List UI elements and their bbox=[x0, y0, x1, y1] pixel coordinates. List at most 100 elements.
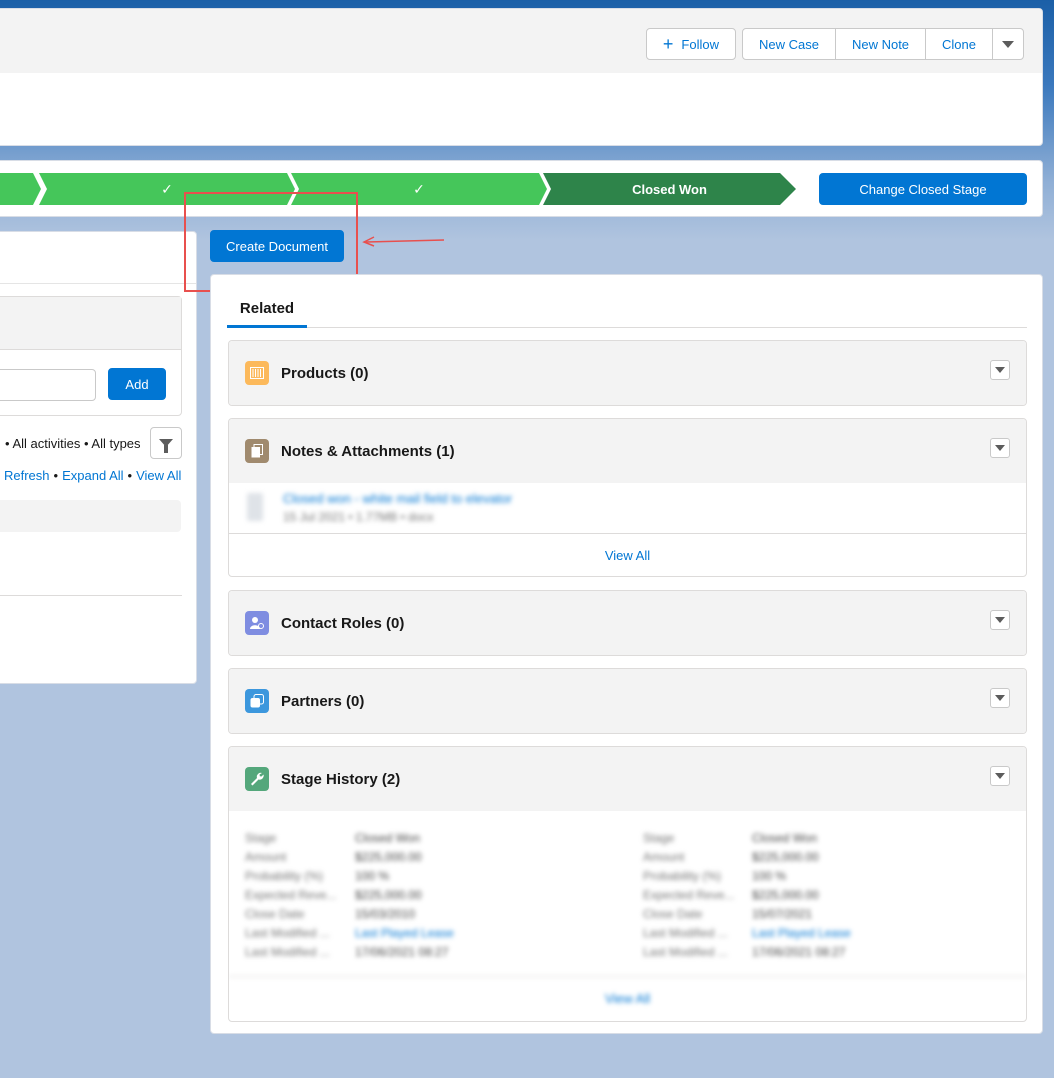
section-header[interactable]: Notes & Attachments (1) bbox=[229, 419, 1026, 483]
field-value: $225,000.00 bbox=[355, 850, 422, 864]
field-value: $225,000.00 bbox=[752, 850, 819, 864]
check-icon: ✓ bbox=[161, 180, 173, 197]
check-icon: ✓ bbox=[413, 180, 425, 197]
section-title: Products (0) bbox=[281, 364, 369, 382]
record-labels: Stage Amount Probability (%) Expected Re… bbox=[245, 829, 336, 962]
refresh-link[interactable]: Refresh bbox=[4, 468, 50, 483]
user-link[interactable]: Last Played Lease bbox=[752, 924, 851, 943]
filter-icon bbox=[159, 439, 173, 453]
section-title: Partners (0) bbox=[281, 692, 365, 710]
field-value: $225,000.00 bbox=[752, 888, 819, 902]
section-header[interactable]: Stage History (2) bbox=[229, 747, 1026, 811]
field-label: Expected Reve... bbox=[643, 888, 735, 902]
activity-filter-text: • All activities • All types bbox=[5, 436, 141, 451]
note-meta: 15 Jul 2021 • 1.77MB • docx bbox=[283, 510, 434, 524]
partners-section: Partners (0) bbox=[228, 668, 1027, 734]
stage-history-records: Stage Amount Probability (%) Expected Re… bbox=[229, 811, 1026, 976]
filter-button[interactable] bbox=[150, 427, 182, 459]
section-header[interactable]: Contact Roles (0) bbox=[229, 591, 1026, 655]
more-actions-button[interactable] bbox=[992, 28, 1024, 60]
section-menu-button[interactable] bbox=[990, 766, 1010, 786]
plus-icon: + bbox=[662, 34, 674, 54]
tab-related[interactable]: Related bbox=[227, 291, 307, 328]
notes-attachments-section: Notes & Attachments (1) Closed won - whi… bbox=[228, 418, 1027, 577]
products-section: Products (0) bbox=[228, 340, 1027, 406]
path-stage-current[interactable]: Closed Won bbox=[543, 173, 796, 205]
stage-history-section: Stage History (2) Stage Amount Probabili… bbox=[228, 746, 1027, 1022]
related-tabbar: Related bbox=[227, 291, 1027, 328]
contact-roles-icon bbox=[245, 611, 269, 635]
field-value: 100 % bbox=[355, 869, 390, 883]
record-values: Closed Won $225,000.00 100 % $225,000.00… bbox=[752, 829, 851, 962]
activity-tabs bbox=[0, 232, 196, 284]
path-stage-complete[interactable] bbox=[0, 173, 41, 205]
chevron-down-icon bbox=[1002, 40, 1014, 48]
expand-all-link[interactable]: Expand All bbox=[62, 468, 123, 483]
section-title: Contact Roles (0) bbox=[281, 614, 405, 632]
field-label: Close Date bbox=[643, 907, 703, 921]
wrench-icon bbox=[245, 767, 269, 791]
new-case-button[interactable]: New Case bbox=[741, 28, 836, 60]
activity-input[interactable] bbox=[0, 369, 96, 401]
notes-icon bbox=[245, 439, 269, 463]
activity-links: Refresh • Expand All • View All bbox=[4, 468, 181, 483]
field-label: Probability (%) bbox=[245, 869, 324, 883]
file-icon bbox=[247, 493, 263, 521]
partners-icon bbox=[245, 689, 269, 713]
field-value: $225,000.00 bbox=[355, 888, 422, 902]
field-label: Amount bbox=[245, 850, 287, 864]
path-stages: ✓ ✓ Closed Won bbox=[0, 173, 796, 205]
chevron-down-icon bbox=[995, 773, 1005, 779]
record-header: + Follow New Case New Note Clone bbox=[0, 8, 1043, 146]
list-item[interactable]: Closed won - white mail field to elevato… bbox=[229, 483, 1026, 533]
change-closed-stage-button[interactable]: Change Closed Stage bbox=[819, 173, 1027, 205]
field-label: Last Modified ... bbox=[245, 945, 330, 959]
section-header[interactable]: Partners (0) bbox=[229, 669, 1026, 733]
separator: • bbox=[127, 468, 133, 483]
action-button-group: New Case New Note Clone bbox=[741, 28, 1024, 60]
record-values: Closed Won $225,000.00 100 % $225,000.00… bbox=[355, 829, 454, 962]
clone-button[interactable]: Clone bbox=[925, 28, 993, 60]
field-value: 17/06/2021 08:27 bbox=[752, 945, 846, 959]
chevron-down-icon bbox=[995, 617, 1005, 623]
related-panel: Related Products (0) Notes & Attachments… bbox=[210, 274, 1043, 1034]
annotation-arrow-icon bbox=[362, 236, 445, 247]
chevron-down-icon bbox=[995, 367, 1005, 373]
view-all-link[interactable]: View All bbox=[229, 533, 1026, 576]
section-menu-button[interactable] bbox=[990, 438, 1010, 458]
field-label: Close Date bbox=[245, 907, 305, 921]
section-menu-button[interactable] bbox=[990, 688, 1010, 708]
section-menu-button[interactable] bbox=[990, 610, 1010, 630]
chevron-down-icon bbox=[995, 695, 1005, 701]
sales-path: ✓ ✓ Closed Won Change Closed Stage bbox=[0, 160, 1043, 217]
field-label: Expected Reve... bbox=[245, 888, 337, 902]
header-actions: + Follow New Case New Note Clone bbox=[645, 28, 1024, 60]
field-label: Last Modified ... bbox=[643, 945, 728, 959]
view-all-link[interactable]: View All bbox=[229, 976, 1026, 1019]
note-link[interactable]: Closed won - white mail field to elevato… bbox=[283, 491, 512, 506]
follow-label: Follow bbox=[681, 36, 719, 52]
activity-composer: Add bbox=[0, 296, 182, 416]
separator: • bbox=[53, 468, 59, 483]
section-header[interactable]: Products (0) bbox=[229, 341, 1026, 405]
new-note-button[interactable]: New Note bbox=[834, 28, 927, 60]
section-menu-button[interactable] bbox=[990, 360, 1010, 380]
field-label: Probability (%) bbox=[643, 869, 722, 883]
view-all-link[interactable]: View All bbox=[136, 468, 181, 483]
field-label: Stage bbox=[245, 831, 277, 845]
activity-section-header[interactable] bbox=[0, 500, 181, 532]
field-value: 15/07/2021 bbox=[752, 907, 813, 921]
section-title: Stage History (2) bbox=[281, 770, 401, 788]
record-labels: Stage Amount Probability (%) Expected Re… bbox=[643, 829, 734, 962]
section-title: Notes & Attachments (1) bbox=[281, 442, 455, 460]
field-value: 17/06/2021 08:27 bbox=[355, 945, 449, 959]
field-label: Last Modified ... bbox=[643, 926, 728, 940]
field-value: Closed Won bbox=[355, 831, 421, 845]
user-link[interactable]: Last Played Lease bbox=[355, 924, 454, 943]
follow-button[interactable]: + Follow bbox=[645, 28, 736, 60]
products-icon bbox=[245, 361, 269, 385]
activity-panel: Add • All activities • All types Refresh… bbox=[0, 231, 197, 684]
chevron-down-icon bbox=[995, 445, 1005, 451]
add-button[interactable]: Add bbox=[108, 368, 166, 400]
field-value: 15/03/2010 bbox=[355, 907, 416, 921]
